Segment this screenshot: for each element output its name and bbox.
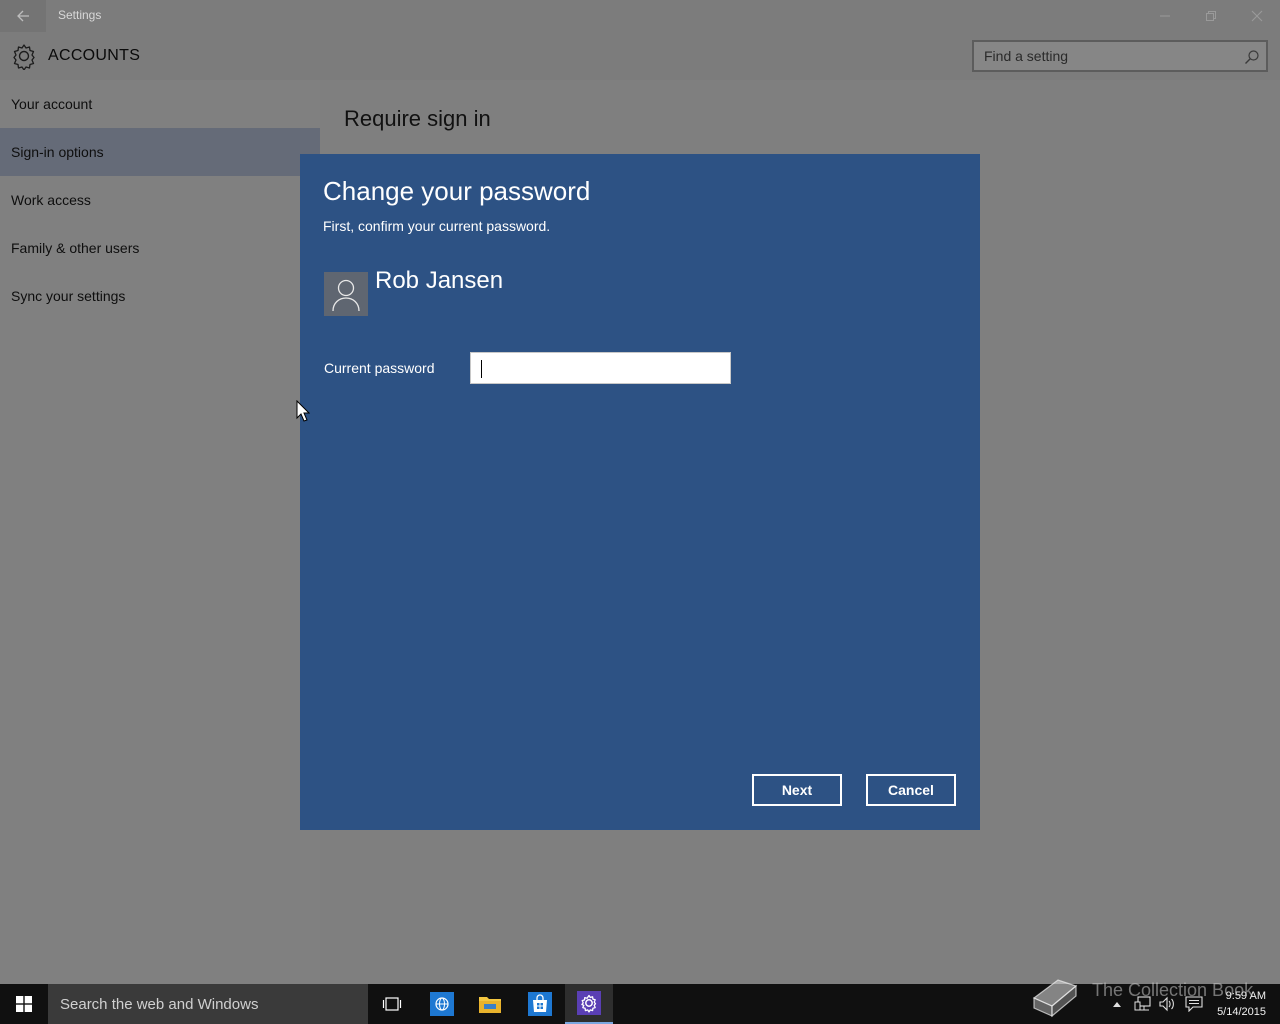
sidebar-item-family-other-users[interactable]: Family & other users — [0, 224, 320, 272]
current-password-input[interactable] — [471, 353, 730, 383]
browser-taskbar-button[interactable] — [418, 984, 466, 1024]
taskbar-search[interactable]: Search the web and Windows — [48, 984, 368, 1024]
book-logo-icon — [1032, 979, 1078, 1018]
back-arrow-icon — [17, 10, 29, 22]
user-icon — [332, 279, 360, 312]
task-view-button[interactable] — [368, 984, 416, 1024]
minimize-button[interactable] — [1142, 0, 1188, 32]
task-view-icon — [382, 997, 402, 1011]
store-taskbar-button[interactable] — [516, 984, 564, 1024]
change-password-dialog: Change your password First, confirm your… — [300, 154, 980, 830]
dialog-title: Change your password — [323, 176, 591, 206]
restore-icon — [1206, 11, 1216, 21]
minimize-icon — [1160, 15, 1170, 17]
sidebar-item-sign-in-options[interactable]: Sign-in options — [0, 128, 320, 176]
current-password-label: Current password — [324, 360, 435, 376]
section-title: Require sign in — [344, 106, 491, 131]
window-title: Settings — [58, 8, 102, 22]
search-box[interactable] — [972, 40, 1268, 72]
close-button[interactable] — [1234, 0, 1280, 32]
settings-icon — [577, 991, 601, 1015]
sidebar: Your account Sign-in options Work access… — [0, 80, 320, 984]
watermark-text: The Collection Book — [1092, 980, 1254, 1000]
user-name: Rob Jansen — [375, 267, 504, 294]
page-title: ACCOUNTS — [48, 47, 141, 64]
sidebar-item-work-access[interactable]: Work access — [0, 176, 320, 224]
header: ACCOUNTS — [0, 32, 1280, 80]
taskbar-search-placeholder: Search the web and Windows — [60, 996, 259, 1013]
search-icon[interactable] — [1244, 49, 1260, 65]
text-caret — [481, 360, 482, 378]
watermark: The Collection Book — [1028, 976, 1268, 1022]
current-password-field[interactable] — [470, 352, 731, 384]
cancel-button[interactable]: Cancel — [866, 774, 956, 806]
next-button[interactable]: Next — [752, 774, 842, 806]
store-icon — [528, 992, 552, 1016]
dialog-subtitle: First, confirm your current password. — [323, 218, 551, 234]
back-button[interactable] — [0, 0, 46, 32]
close-icon — [1251, 10, 1263, 22]
title-bar: Settings — [0, 0, 1280, 32]
settings-taskbar-button[interactable] — [565, 984, 613, 1024]
sidebar-item-sync-settings[interactable]: Sync your settings — [0, 272, 320, 320]
mouse-pointer-icon — [296, 400, 310, 422]
browser-icon — [430, 992, 454, 1016]
sidebar-item-your-account[interactable]: Your account — [0, 80, 320, 128]
start-button[interactable] — [0, 984, 48, 1024]
windows-logo-icon — [16, 996, 32, 1012]
gear-icon — [13, 44, 35, 70]
file-explorer-icon — [479, 997, 501, 1013]
search-input[interactable] — [974, 42, 1266, 70]
file-explorer-taskbar-button[interactable] — [466, 984, 514, 1024]
avatar — [324, 272, 368, 316]
restore-button[interactable] — [1188, 0, 1234, 32]
